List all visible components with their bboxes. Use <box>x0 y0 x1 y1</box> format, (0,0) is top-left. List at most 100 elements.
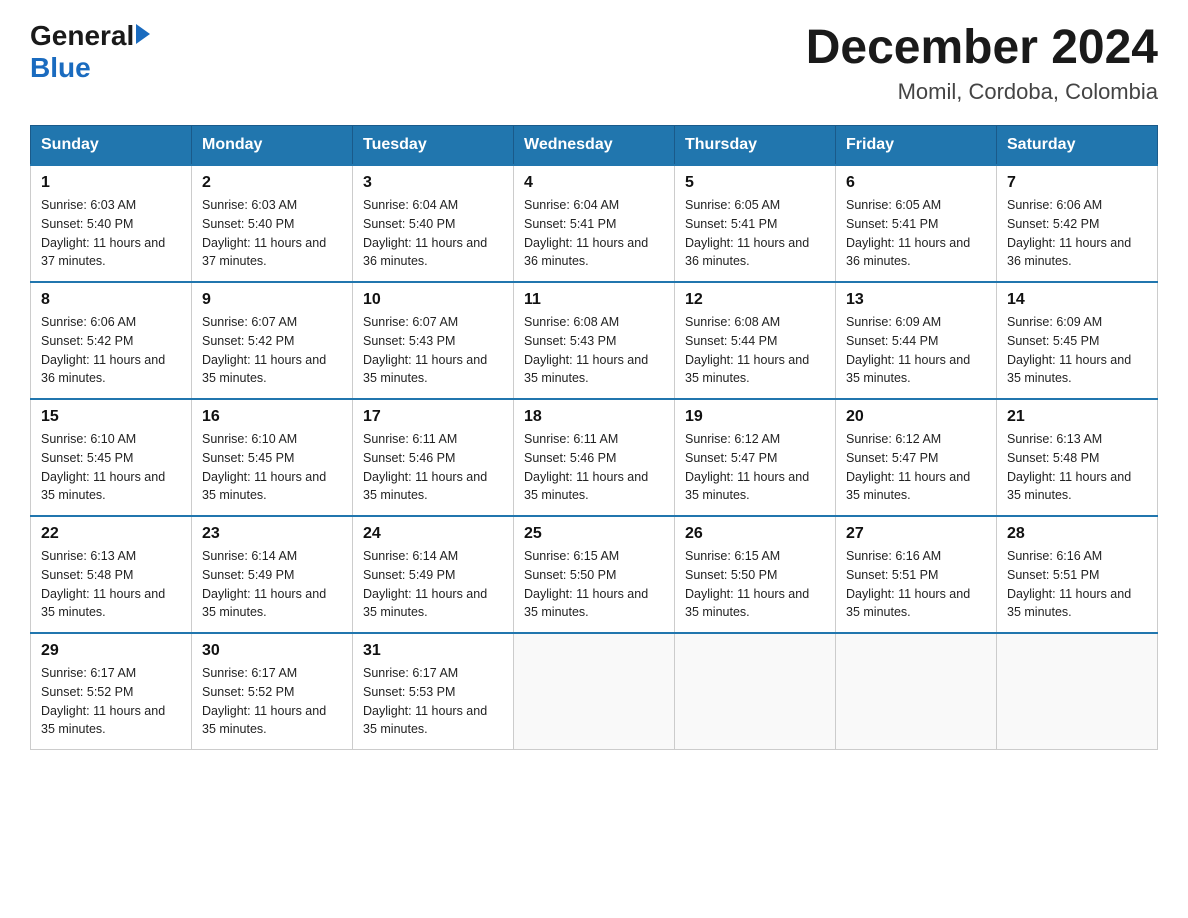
day-info: Sunrise: 6:07 AMSunset: 5:43 PMDaylight:… <box>363 313 503 388</box>
day-info: Sunrise: 6:12 AMSunset: 5:47 PMDaylight:… <box>685 430 825 505</box>
calendar-day-cell: 5 Sunrise: 6:05 AMSunset: 5:41 PMDaylight… <box>675 165 836 282</box>
calendar-day-cell: 31 Sunrise: 6:17 AMSunset: 5:53 PMDayligh… <box>353 633 514 750</box>
day-info: Sunrise: 6:05 AMSunset: 5:41 PMDaylight:… <box>685 196 825 271</box>
day-number: 11 <box>524 291 664 309</box>
calendar-day-cell: 22 Sunrise: 6:13 AMSunset: 5:48 PMDayligh… <box>31 516 192 633</box>
calendar-day-cell: 21 Sunrise: 6:13 AMSunset: 5:48 PMDayligh… <box>997 399 1158 516</box>
calendar-day-cell: 23 Sunrise: 6:14 AMSunset: 5:49 PMDayligh… <box>192 516 353 633</box>
day-info: Sunrise: 6:04 AMSunset: 5:40 PMDaylight:… <box>363 196 503 271</box>
day-info: Sunrise: 6:08 AMSunset: 5:43 PMDaylight:… <box>524 313 664 388</box>
day-number: 30 <box>202 642 342 660</box>
day-number: 7 <box>1007 174 1147 192</box>
calendar-day-cell: 6 Sunrise: 6:05 AMSunset: 5:41 PMDaylight… <box>836 165 997 282</box>
calendar-week-row-1: 1 Sunrise: 6:03 AMSunset: 5:40 PMDaylight… <box>31 165 1158 282</box>
calendar-day-cell: 8 Sunrise: 6:06 AMSunset: 5:42 PMDaylight… <box>31 282 192 399</box>
calendar-day-cell <box>514 633 675 750</box>
day-info: Sunrise: 6:13 AMSunset: 5:48 PMDaylight:… <box>41 547 181 622</box>
day-number: 31 <box>363 642 503 660</box>
day-info: Sunrise: 6:13 AMSunset: 5:48 PMDaylight:… <box>1007 430 1147 505</box>
calendar-day-cell: 30Sunrise: 6:17 AMSunset: 5:52 PMDayligh… <box>192 633 353 750</box>
logo-blue-text: Blue <box>30 52 91 84</box>
calendar-day-cell: 28Sunrise: 6:16 AMSunset: 5:51 PMDayligh… <box>997 516 1158 633</box>
day-info: Sunrise: 6:03 AMSunset: 5:40 PMDaylight:… <box>41 196 181 271</box>
day-number: 10 <box>363 291 503 309</box>
day-number: 28 <box>1007 525 1147 543</box>
calendar-day-cell: 13Sunrise: 6:09 AMSunset: 5:44 PMDayligh… <box>836 282 997 399</box>
header-friday: Friday <box>836 126 997 166</box>
day-number: 1 <box>41 174 181 192</box>
day-number: 21 <box>1007 408 1147 426</box>
day-number: 22 <box>41 525 181 543</box>
day-info: Sunrise: 6:12 AMSunset: 5:47 PMDaylight:… <box>846 430 986 505</box>
day-number: 3 <box>363 174 503 192</box>
day-number: 9 <box>202 291 342 309</box>
day-info: Sunrise: 6:10 AMSunset: 5:45 PMDaylight:… <box>41 430 181 505</box>
calendar-day-cell: 26Sunrise: 6:15 AMSunset: 5:50 PMDayligh… <box>675 516 836 633</box>
day-number: 8 <box>41 291 181 309</box>
day-info: Sunrise: 6:14 AMSunset: 5:49 PMDaylight:… <box>363 547 503 622</box>
day-info: Sunrise: 6:14 AMSunset: 5:49 PMDaylight:… <box>202 547 342 622</box>
day-number: 16 <box>202 408 342 426</box>
day-number: 27 <box>846 525 986 543</box>
day-info: Sunrise: 6:17 AMSunset: 5:52 PMDaylight:… <box>41 664 181 739</box>
day-number: 14 <box>1007 291 1147 309</box>
day-info: Sunrise: 6:07 AMSunset: 5:42 PMDaylight:… <box>202 313 342 388</box>
header-thursday: Thursday <box>675 126 836 166</box>
calendar-day-cell: 14 Sunrise: 6:09 AMSunset: 5:45 PMDayligh… <box>997 282 1158 399</box>
day-info: Sunrise: 6:15 AMSunset: 5:50 PMDaylight:… <box>524 547 664 622</box>
calendar-day-cell: 15 Sunrise: 6:10 AMSunset: 5:45 PMDayligh… <box>31 399 192 516</box>
calendar-day-cell: 12Sunrise: 6:08 AMSunset: 5:44 PMDayligh… <box>675 282 836 399</box>
day-number: 15 <box>41 408 181 426</box>
calendar-location: Momil, Cordoba, Colombia <box>806 79 1158 105</box>
calendar-week-row-4: 22 Sunrise: 6:13 AMSunset: 5:48 PMDayligh… <box>31 516 1158 633</box>
day-number: 2 <box>202 174 342 192</box>
day-info: Sunrise: 6:05 AMSunset: 5:41 PMDaylight:… <box>846 196 986 271</box>
calendar-day-cell: 1 Sunrise: 6:03 AMSunset: 5:40 PMDaylight… <box>31 165 192 282</box>
calendar-day-cell: 7 Sunrise: 6:06 AMSunset: 5:42 PMDaylight… <box>997 165 1158 282</box>
day-info: Sunrise: 6:11 AMSunset: 5:46 PMDaylight:… <box>363 430 503 505</box>
calendar-week-row-2: 8 Sunrise: 6:06 AMSunset: 5:42 PMDaylight… <box>31 282 1158 399</box>
day-number: 4 <box>524 174 664 192</box>
calendar-day-cell <box>997 633 1158 750</box>
header-wednesday: Wednesday <box>514 126 675 166</box>
day-number: 17 <box>363 408 503 426</box>
calendar-table: Sunday Monday Tuesday Wednesday Thursday… <box>30 125 1158 750</box>
calendar-day-cell: 18Sunrise: 6:11 AMSunset: 5:46 PMDayligh… <box>514 399 675 516</box>
calendar-day-cell: 16Sunrise: 6:10 AMSunset: 5:45 PMDayligh… <box>192 399 353 516</box>
calendar-day-cell: 17 Sunrise: 6:11 AMSunset: 5:46 PMDayligh… <box>353 399 514 516</box>
calendar-day-cell: 3 Sunrise: 6:04 AMSunset: 5:40 PMDaylight… <box>353 165 514 282</box>
day-number: 23 <box>202 525 342 543</box>
day-number: 6 <box>846 174 986 192</box>
calendar-day-cell: 10 Sunrise: 6:07 AMSunset: 5:43 PMDayligh… <box>353 282 514 399</box>
day-number: 24 <box>363 525 503 543</box>
page-header: General Blue December 2024 Momil, Cordob… <box>30 20 1158 105</box>
calendar-header-row: Sunday Monday Tuesday Wednesday Thursday… <box>31 126 1158 166</box>
day-info: Sunrise: 6:16 AMSunset: 5:51 PMDaylight:… <box>846 547 986 622</box>
day-number: 19 <box>685 408 825 426</box>
logo: General Blue <box>30 20 150 84</box>
header-monday: Monday <box>192 126 353 166</box>
day-info: Sunrise: 6:06 AMSunset: 5:42 PMDaylight:… <box>1007 196 1147 271</box>
calendar-day-cell <box>836 633 997 750</box>
day-number: 26 <box>685 525 825 543</box>
calendar-day-cell: 20 Sunrise: 6:12 AMSunset: 5:47 PMDayligh… <box>836 399 997 516</box>
day-info: Sunrise: 6:04 AMSunset: 5:41 PMDaylight:… <box>524 196 664 271</box>
header-sunday: Sunday <box>31 126 192 166</box>
day-info: Sunrise: 6:06 AMSunset: 5:42 PMDaylight:… <box>41 313 181 388</box>
calendar-day-cell: 24 Sunrise: 6:14 AMSunset: 5:49 PMDayligh… <box>353 516 514 633</box>
day-info: Sunrise: 6:08 AMSunset: 5:44 PMDaylight:… <box>685 313 825 388</box>
day-info: Sunrise: 6:17 AMSunset: 5:53 PMDaylight:… <box>363 664 503 739</box>
calendar-day-cell: 29Sunrise: 6:17 AMSunset: 5:52 PMDayligh… <box>31 633 192 750</box>
day-info: Sunrise: 6:11 AMSunset: 5:46 PMDaylight:… <box>524 430 664 505</box>
calendar-day-cell: 11 Sunrise: 6:08 AMSunset: 5:43 PMDayligh… <box>514 282 675 399</box>
day-number: 13 <box>846 291 986 309</box>
logo-arrow-icon <box>136 24 150 44</box>
day-info: Sunrise: 6:09 AMSunset: 5:45 PMDaylight:… <box>1007 313 1147 388</box>
calendar-week-row-3: 15 Sunrise: 6:10 AMSunset: 5:45 PMDayligh… <box>31 399 1158 516</box>
calendar-day-cell <box>675 633 836 750</box>
day-number: 20 <box>846 408 986 426</box>
calendar-day-cell: 4 Sunrise: 6:04 AMSunset: 5:41 PMDaylight… <box>514 165 675 282</box>
calendar-day-cell: 2Sunrise: 6:03 AMSunset: 5:40 PMDaylight… <box>192 165 353 282</box>
day-number: 5 <box>685 174 825 192</box>
logo-general-text: General <box>30 20 134 52</box>
